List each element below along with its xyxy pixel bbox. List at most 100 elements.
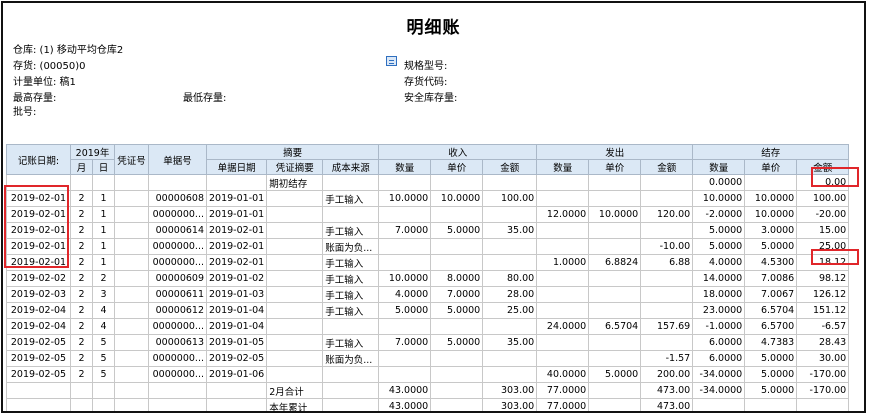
- cell-voucher-summary: 本年累计: [266, 398, 324, 411]
- cell-voucher: [114, 222, 149, 239]
- cell-income-qty: [378, 366, 432, 383]
- cell-balance-price: 10.0000: [744, 206, 798, 223]
- table-row[interactable]: 2019-02-01 2 1 00000614 2019-02-01 手工输入 7.0000…: [6, 222, 850, 239]
- cell-income-qty: [378, 238, 432, 255]
- cell-balance-price: 7.0067: [744, 286, 798, 303]
- cell-income-amount: [482, 254, 538, 271]
- cell-issue-amount: [640, 222, 694, 239]
- cell-balance-qty: 0.0000: [692, 174, 746, 191]
- cell-issue-price: [588, 398, 642, 411]
- cell-balance-price: 7.0086: [744, 270, 798, 287]
- cell-doc-date: 2019-01-01: [205, 206, 268, 223]
- cell-income-price: [430, 238, 484, 255]
- cell-month: 2: [70, 190, 93, 207]
- table-row[interactable]: 期初结存 0.0000 0.00: [6, 174, 850, 191]
- col-income-qty[interactable]: 数量: [378, 159, 432, 175]
- col-issue-amount[interactable]: 金额: [640, 159, 694, 175]
- col-voucher[interactable]: 凭证号: [114, 144, 149, 175]
- cell-cost-source: 手工输入: [322, 270, 380, 287]
- cell-income-qty: 10.0000: [378, 270, 432, 287]
- cell-balance-price: 5.0000: [744, 382, 798, 399]
- col-income[interactable]: 收入: [378, 144, 538, 160]
- cell-voucher: [114, 190, 149, 207]
- table-row[interactable]: 2019-02-02 2 2 00000609 2019-01-02 手工输入 10.000…: [6, 270, 850, 287]
- list-icon[interactable]: [386, 56, 397, 66]
- table-row[interactable]: 2019-02-04 2 4 0000000... 2019-01-04 24.0000 6…: [6, 318, 850, 335]
- col-balance-amount[interactable]: 金额: [796, 159, 850, 175]
- col-issue-qty[interactable]: 数量: [536, 159, 590, 175]
- cell-voucher: [114, 302, 149, 319]
- col-cost-source[interactable]: 成本来源: [322, 159, 380, 175]
- cell-balance-qty: 14.0000: [692, 270, 746, 287]
- cell-date: [6, 174, 71, 191]
- cell-voucher: [114, 334, 149, 351]
- col-issue[interactable]: 发出: [536, 144, 694, 160]
- cell-issue-qty: [536, 174, 590, 191]
- cell-issue-amount: -1.57: [640, 350, 694, 367]
- table-row[interactable]: 2019-02-04 2 4 00000612 2019-01-04 手工输入 5.0000…: [6, 302, 850, 319]
- col-balance[interactable]: 结存: [692, 144, 850, 160]
- cell-cost-source: 手工输入: [322, 222, 380, 239]
- cell-income-price: 5.0000: [430, 222, 484, 239]
- cell-doc-date: 2019-01-03: [205, 286, 268, 303]
- cell-income-amount: [482, 174, 538, 191]
- table-row[interactable]: 2019-02-05 2 5 0000000... 2019-01-06 40.0000 5…: [6, 366, 850, 383]
- cell-income-price: [430, 382, 484, 399]
- col-day[interactable]: 日: [92, 159, 115, 175]
- cell-balance-amount: -170.00: [796, 366, 850, 383]
- cell-balance-amount: 15.00: [796, 222, 850, 239]
- col-summary[interactable]: 摘要: [205, 144, 380, 160]
- col-doc-date[interactable]: 单据日期: [205, 159, 268, 175]
- cell-income-amount: [482, 318, 538, 335]
- cell-issue-qty: 1.0000: [536, 254, 590, 271]
- col-income-amount[interactable]: 金额: [482, 159, 538, 175]
- min-stock-label: 最低存量:: [183, 93, 227, 104]
- table-row[interactable]: 2019-02-01 2 1 0000000... 2019-01-01 12.0000 1…: [6, 206, 850, 223]
- cell-date: 2019-02-05: [6, 366, 71, 383]
- table-row[interactable]: 本年累计 43.0000 303.00 77.0000 473.00: [6, 398, 850, 411]
- cell-balance-amount: -170.00: [796, 382, 850, 399]
- cell-issue-amount: 157.69: [640, 318, 694, 335]
- cell-voucher-summary: [266, 318, 324, 335]
- table-row[interactable]: 2019-02-05 2 5 00000613 2019-01-05 手工输入 7.0000…: [6, 334, 850, 351]
- cell-income-qty: 5.0000: [378, 302, 432, 319]
- cell-date: 2019-02-03: [6, 286, 71, 303]
- page-title: 明细账: [406, 18, 461, 38]
- table-row[interactable]: 2019-02-01 2 1 00000608 2019-01-01 手工输入 10.000…: [6, 190, 850, 207]
- cell-income-price: [430, 254, 484, 271]
- batch-label: 批号:: [13, 107, 37, 118]
- cell-day: 1: [92, 206, 115, 223]
- cell-date: 2019-02-01: [6, 254, 71, 271]
- cell-balance-qty: 5.0000: [692, 238, 746, 255]
- table-row[interactable]: 2019-02-01 2 1 0000000... 2019-02-01 手工输入 1.00…: [6, 254, 850, 271]
- table-row[interactable]: 2019-02-01 2 1 0000000... 2019-02-01 账面为负... -…: [6, 238, 850, 255]
- cell-issue-price: [588, 382, 642, 399]
- table-row[interactable]: 2月合计 43.0000 303.00 77.0000 473.00 -34.0000 5.…: [6, 382, 850, 399]
- col-month[interactable]: 月: [70, 159, 93, 175]
- cell-balance-qty: 18.0000: [692, 286, 746, 303]
- cell-issue-qty: [536, 190, 590, 207]
- col-income-price[interactable]: 单价: [430, 159, 484, 175]
- inventory-label: 存货: (00050)0: [13, 61, 86, 72]
- col-balance-qty[interactable]: 数量: [692, 159, 746, 175]
- table-row[interactable]: 2019-02-05 2 5 0000000... 2019-02-05 账面为负... -…: [6, 350, 850, 367]
- cell-month: 2: [70, 254, 93, 271]
- cell-balance-amount: -6.57: [796, 318, 850, 335]
- cell-balance-qty: 6.0000: [692, 350, 746, 367]
- table-row[interactable]: 2019-02-03 2 3 00000611 2019-01-03 手工输入 4.0000…: [6, 286, 850, 303]
- cell-income-price: [430, 366, 484, 383]
- col-date[interactable]: 记账日期:: [6, 144, 71, 175]
- cell-month: 2: [70, 318, 93, 335]
- cell-date: [6, 382, 71, 399]
- col-voucher-summary[interactable]: 凭证摘要: [266, 159, 324, 175]
- cell-balance-amount: 0.00: [796, 174, 850, 191]
- col-year[interactable]: 2019年: [70, 144, 115, 160]
- cell-balance-qty: 5.0000: [692, 222, 746, 239]
- cell-issue-qty: 12.0000: [536, 206, 590, 223]
- cell-voucher: [114, 350, 149, 367]
- col-balance-price[interactable]: 单价: [744, 159, 798, 175]
- col-issue-price[interactable]: 单价: [588, 159, 642, 175]
- cell-doc-date: 2019-02-01: [205, 238, 268, 255]
- col-doc-no[interactable]: 单据号: [148, 144, 207, 175]
- cell-balance-amount: 98.12: [796, 270, 850, 287]
